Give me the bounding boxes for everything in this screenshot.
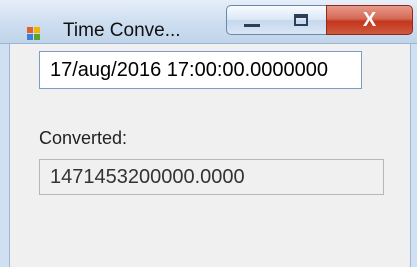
app-window: Time Conve... X Converted: 1471453200000… bbox=[0, 0, 417, 267]
minimize-button[interactable] bbox=[226, 5, 277, 35]
minimize-icon bbox=[244, 24, 260, 27]
maximize-icon bbox=[294, 14, 308, 26]
windows-form-icon bbox=[27, 27, 40, 40]
maximize-button[interactable] bbox=[276, 5, 327, 35]
converted-label: Converted: bbox=[39, 128, 128, 148]
close-button[interactable]: X bbox=[326, 5, 413, 35]
converted-output[interactable]: 1471453200000.0000 bbox=[39, 159, 384, 195]
close-icon: X bbox=[362, 9, 377, 31]
title-bar[interactable]: Time Conve... X bbox=[0, 0, 417, 44]
datetime-input[interactable] bbox=[39, 51, 362, 89]
